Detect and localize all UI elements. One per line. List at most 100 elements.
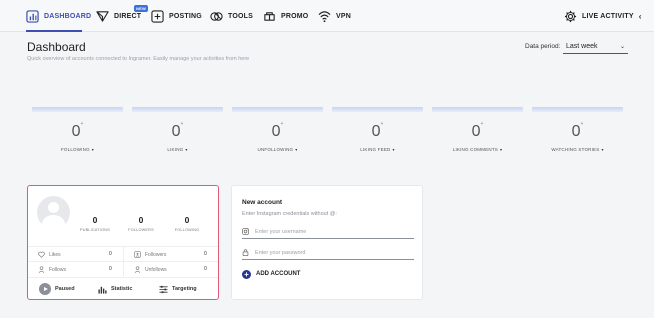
username-input[interactable] bbox=[255, 226, 410, 238]
stat-unfollowing: 0+ UNFOLLOWING ▾ bbox=[232, 107, 323, 155]
add-account-button[interactable]: + ADD ACCOUNT bbox=[242, 268, 300, 280]
user-icon bbox=[38, 266, 45, 273]
stat-value: 0+ bbox=[71, 120, 84, 140]
nav-posting-label: POSTING bbox=[169, 12, 202, 20]
stat-bar bbox=[432, 107, 523, 112]
paused-label: Paused bbox=[55, 286, 75, 292]
following-count: 0 bbox=[184, 215, 190, 225]
unfollows-cell: Unfollows bbox=[134, 262, 167, 277]
follows-value: 0 bbox=[109, 266, 112, 272]
publications-count: 0 bbox=[92, 215, 98, 225]
account-card[interactable]: 0 PUBLICATIONS 0 FOLLOWERS 0 FOLLOWING L… bbox=[27, 185, 219, 300]
password-input[interactable] bbox=[255, 247, 410, 259]
stat-watching-stories-label[interactable]: WATCHING STORIES ▾ bbox=[532, 147, 623, 152]
publications-label: PUBLICATIONS bbox=[80, 228, 110, 232]
page-title: Dashboard bbox=[27, 40, 86, 54]
caret-down-icon: ▾ bbox=[500, 147, 503, 152]
followers-cell: Followers bbox=[134, 247, 166, 262]
data-period-label: Data period: bbox=[525, 43, 561, 50]
caret-down-icon: ▾ bbox=[91, 147, 95, 152]
likes-cell: Likes bbox=[38, 247, 61, 262]
follows-label: Follows bbox=[49, 266, 66, 273]
sliders-icon bbox=[159, 285, 168, 293]
stat-bar bbox=[232, 107, 323, 112]
unfollows-label: Unfollows bbox=[145, 266, 167, 273]
tools-icon bbox=[210, 11, 223, 21]
followers-row-label: Followers bbox=[145, 251, 167, 258]
top-nav: DASHBOARD DIRECT NEW POSTING TOOLS PROMO… bbox=[0, 0, 654, 32]
nav-tools[interactable]: TOOLS bbox=[210, 8, 253, 24]
nav-dashboard-label: DASHBOARD bbox=[44, 12, 92, 20]
caret-down-icon: ▾ bbox=[295, 147, 298, 152]
followers-count: 0 bbox=[138, 215, 144, 225]
data-period-select[interactable]: Last week ⌄ bbox=[563, 40, 628, 54]
divider bbox=[123, 246, 124, 276]
live-activity-button[interactable]: LIVE ACTIVITY ‹ bbox=[564, 8, 642, 24]
unfollows-value: 0 bbox=[204, 266, 207, 272]
statistic-label: Statistic bbox=[111, 286, 133, 292]
followers-icon bbox=[134, 251, 141, 258]
chevron-down-icon: ⌄ bbox=[619, 44, 625, 50]
add-account-label: ADD ACCOUNT bbox=[256, 271, 301, 277]
bar-chart-icon bbox=[98, 286, 107, 294]
gear-icon bbox=[564, 10, 577, 22]
targeting-label: Targeting bbox=[172, 286, 197, 292]
stat-bar bbox=[332, 107, 423, 112]
chevron-left-icon: ‹ bbox=[638, 11, 642, 21]
play-icon bbox=[39, 283, 51, 295]
nav-promo[interactable]: PROMO bbox=[263, 8, 308, 24]
stat-liking-label[interactable]: LIKING ▾ bbox=[132, 147, 223, 152]
live-activity-label: LIVE ACTIVITY bbox=[582, 12, 634, 20]
stat-watching-stories: 0+ WATCHING STORIES ▾ bbox=[532, 107, 623, 155]
paused-toggle[interactable]: Paused bbox=[39, 283, 75, 295]
nav-direct-label: DIRECT bbox=[114, 12, 142, 20]
caret-down-icon: ▾ bbox=[601, 147, 604, 152]
caret-down-icon: ▾ bbox=[185, 147, 188, 152]
new-account-title: New account bbox=[242, 199, 283, 206]
followers-row-value: 0 bbox=[204, 251, 207, 257]
stat-value: 0+ bbox=[271, 120, 284, 140]
nav-promo-label: PROMO bbox=[281, 12, 309, 20]
stat-following-label[interactable]: FOLLOWING ▾ bbox=[32, 147, 123, 152]
nav-vpn[interactable]: VPN bbox=[318, 8, 351, 24]
plus-circle-icon: + bbox=[242, 269, 251, 279]
nav-dashboard[interactable]: DASHBOARD bbox=[26, 8, 91, 24]
account-actions: Paused Statistic Targeting bbox=[28, 277, 218, 299]
following-label: FOLLOWING bbox=[174, 228, 200, 232]
stat-liking-feed-label[interactable]: LIKING FEED ▾ bbox=[332, 147, 423, 152]
promo-icon bbox=[264, 11, 275, 21]
stat-liking-comments: 0+ LIKING COMMENTS ▾ bbox=[432, 107, 523, 155]
nav-vpn-label: VPN bbox=[336, 12, 351, 20]
stat-bar bbox=[132, 107, 223, 112]
new-badge: NEW bbox=[134, 5, 148, 12]
stat-value: 0+ bbox=[571, 120, 584, 140]
new-account-card: New account Enter Instagram credentials … bbox=[231, 185, 423, 300]
stat-liking-comments-label[interactable]: LIKING COMMENTS ▾ bbox=[432, 147, 523, 152]
new-account-subtitle: Enter Instagram credentials without @: bbox=[242, 211, 337, 217]
follows-cell: Follows bbox=[38, 262, 66, 277]
likes-label: Likes bbox=[49, 251, 61, 258]
heart-icon bbox=[38, 251, 45, 258]
username-field bbox=[242, 225, 414, 239]
followers-label: FOLLOWERS bbox=[128, 228, 154, 232]
stat-liking: 0+ LIKING ▾ bbox=[132, 107, 223, 155]
avatar bbox=[37, 196, 70, 229]
page-subtitle: Quick overview of accounts connected to … bbox=[27, 56, 250, 62]
nav-posting[interactable]: POSTING bbox=[151, 8, 202, 24]
stat-following: 0+ FOLLOWING ▾ bbox=[32, 107, 123, 155]
stat-value: 0+ bbox=[371, 120, 384, 140]
targeting-button[interactable]: Targeting bbox=[159, 283, 197, 295]
lock-icon bbox=[242, 249, 249, 256]
active-tab-indicator bbox=[26, 30, 82, 32]
stat-liking-feed: 0+ LIKING FEED ▾ bbox=[332, 107, 423, 155]
user-remove-icon bbox=[134, 266, 141, 273]
add-post-icon bbox=[151, 9, 164, 23]
caret-down-icon: ▾ bbox=[392, 147, 395, 152]
nav-tools-label: TOOLS bbox=[228, 12, 253, 20]
statistic-button[interactable]: Statistic bbox=[98, 283, 132, 295]
stat-value: 0+ bbox=[171, 120, 184, 140]
stat-value: 0+ bbox=[471, 120, 484, 140]
dashboard-icon bbox=[26, 9, 39, 23]
stat-unfollowing-label[interactable]: UNFOLLOWING ▾ bbox=[232, 147, 323, 152]
stat-bar bbox=[32, 107, 123, 112]
